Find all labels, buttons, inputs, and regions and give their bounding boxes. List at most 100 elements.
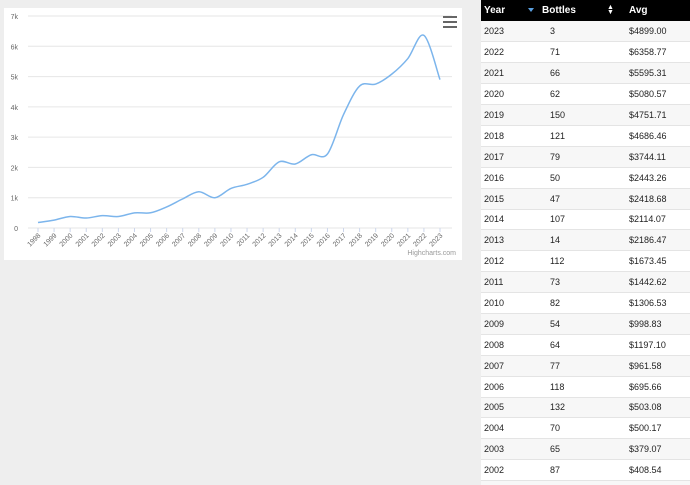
column-header-avg[interactable]: ▲ ▼ Avg — [607, 0, 690, 21]
table-row: 2017 79 $3744.11 — [481, 146, 690, 168]
table-row: 2005 132 $503.08 — [481, 397, 690, 418]
table-row: 2006 118 $695.66 — [481, 376, 690, 398]
cell-avg: $379.07 — [629, 444, 662, 455]
table-row: 2010 82 $1306.53 — [481, 292, 690, 314]
table-row: 2008 64 $1197.10 — [481, 334, 690, 356]
hamburger-menu-icon[interactable] — [443, 16, 457, 28]
y-tick-label: 5k — [11, 75, 19, 82]
cell-year: 2006 — [484, 381, 505, 392]
table-row: 2013 14 $2186.47 — [481, 229, 690, 251]
table-row: 2015 47 $2418.68 — [481, 188, 690, 210]
cell-year: 2015 — [484, 193, 505, 204]
y-tick-label: 7k — [11, 14, 19, 21]
cell-bottles: 66 — [550, 68, 561, 79]
cell-avg: $500.17 — [629, 423, 662, 434]
cell-year: 2008 — [484, 339, 505, 350]
y-tick-label: 4k — [11, 105, 19, 112]
x-tick-label: 2021 — [396, 232, 412, 248]
x-tick-label: 2004 — [123, 232, 139, 248]
cell-bottles: 112 — [550, 256, 565, 267]
table-row: 2004 70 $500.17 — [481, 417, 690, 439]
x-tick-label: 2010 — [219, 232, 235, 248]
cell-bottles: 87 — [550, 465, 561, 476]
cell-avg: $961.58 — [629, 360, 662, 371]
x-tick-label: 1999 — [43, 232, 59, 248]
x-tick-label: 2006 — [155, 232, 171, 248]
x-tick-label: 2011 — [236, 232, 252, 248]
cell-year: 2014 — [484, 214, 505, 225]
cell-year: 2013 — [484, 235, 505, 246]
cell-year: 2005 — [484, 402, 505, 413]
cell-year: 2011 — [484, 277, 504, 288]
x-tick-label: 2001 — [75, 232, 91, 248]
cell-avg: $503.08 — [629, 402, 662, 413]
table-row: 2002 87 $408.54 — [481, 459, 690, 481]
x-tick-label: 2013 — [268, 232, 284, 248]
cell-year: 2019 — [484, 110, 505, 120]
cell-bottles: 77 — [550, 360, 561, 371]
cell-avg: $3744.11 — [629, 151, 666, 162]
table-row: 2011 73 $1442.62 — [481, 271, 690, 293]
cell-bottles: 62 — [550, 89, 561, 100]
chart-canvas: 01k2k3k4k5k6k7k1998 1999 2000 2001 2002 2003 2… — [11, 14, 452, 248]
cell-bottles: 14 — [550, 235, 561, 246]
table-header-row: Year Bottles ▲ ▼ Avg — [481, 0, 690, 21]
cell-bottles: 64 — [550, 339, 561, 350]
x-tick-label: 2016 — [316, 232, 332, 248]
x-tick-label: 2003 — [107, 232, 123, 248]
cell-year: 2009 — [484, 318, 505, 329]
cell-avg: $2443.26 — [629, 172, 667, 183]
cell-bottles: 121 — [550, 130, 566, 141]
cell-year: 2001 — [481, 481, 522, 485]
cell-year: 2021 — [484, 68, 505, 79]
cell-year: 2017 — [484, 151, 505, 162]
cell-year: 2010 — [484, 298, 505, 309]
x-tick-label: 2018 — [348, 232, 364, 248]
cell-bottles: 79 — [550, 151, 561, 162]
x-tick-label: 2014 — [284, 232, 300, 248]
cell-avg: $2186.47 — [629, 235, 667, 246]
cell-bottles: 65 — [550, 444, 561, 455]
x-tick-label: 2009 — [203, 232, 219, 248]
sort-both-icon: ▲ ▼ — [607, 4, 614, 16]
x-tick-label: 2000 — [59, 232, 75, 248]
cell-bottles: 3 — [550, 26, 556, 37]
cell-bottles: 70 — [550, 423, 561, 434]
column-header-year[interactable]: Year — [481, 0, 522, 21]
x-tick-label: 2002 — [91, 232, 107, 248]
cell-avg: $4899.00 — [629, 26, 667, 37]
cell-avg: $695.66 — [629, 381, 662, 392]
cell-year: 2004 — [484, 423, 505, 434]
table-row: 2022 71 $6358.77 — [481, 41, 690, 63]
price-table-grid: Year Bottles ▲ ▼ Avg 2023 3 $4899.00 2022 71 $… — [481, 0, 690, 485]
cell-bottles: 150 — [550, 110, 566, 120]
cell-avg: $5595.31 — [629, 68, 667, 79]
cell-year: 2020 — [484, 89, 505, 100]
cell-avg: $1197.10 — [629, 339, 666, 350]
y-tick-label: 2k — [11, 165, 19, 172]
cell-bottles: 71 — [550, 47, 561, 58]
y-tick-label: 3k — [11, 135, 19, 142]
column-header-bottles[interactable]: Bottles — [522, 0, 615, 21]
table-row: 2019 150 $4751.71 — [481, 104, 690, 126]
table-row: 2020 62 $5080.57 — [481, 83, 690, 105]
x-tick-label: 2015 — [300, 232, 316, 248]
x-tick-label: 1998 — [26, 232, 42, 248]
chart-credits[interactable]: Highcharts.com — [407, 250, 456, 257]
table-row: 2001 — [481, 480, 690, 485]
price-history-chart: 0 1k 2k 3k 4k 5k 6k 7k 1998 1999 2000 2001 2002 2003 2… — [4, 8, 462, 260]
cell-avg — [615, 481, 690, 485]
cell-bottles: 107 — [550, 214, 566, 225]
table-row: 2018 121 $4686.46 — [481, 125, 690, 147]
x-tick-label: 2019 — [364, 232, 380, 248]
cell-year: 2003 — [484, 444, 505, 455]
x-tick-label: 2012 — [252, 232, 268, 248]
table-row: 2014 107 $2114.07 — [481, 209, 690, 230]
cell-avg: $1673.45 — [629, 256, 667, 267]
cell-year: 2002 — [484, 465, 505, 476]
x-tick-label: 2017 — [332, 232, 348, 248]
cell-year: 2012 — [484, 256, 505, 267]
x-tick-label: 2008 — [187, 232, 203, 248]
cell-avg: $1442.62 — [629, 277, 667, 288]
cell-year: 2016 — [484, 172, 505, 183]
